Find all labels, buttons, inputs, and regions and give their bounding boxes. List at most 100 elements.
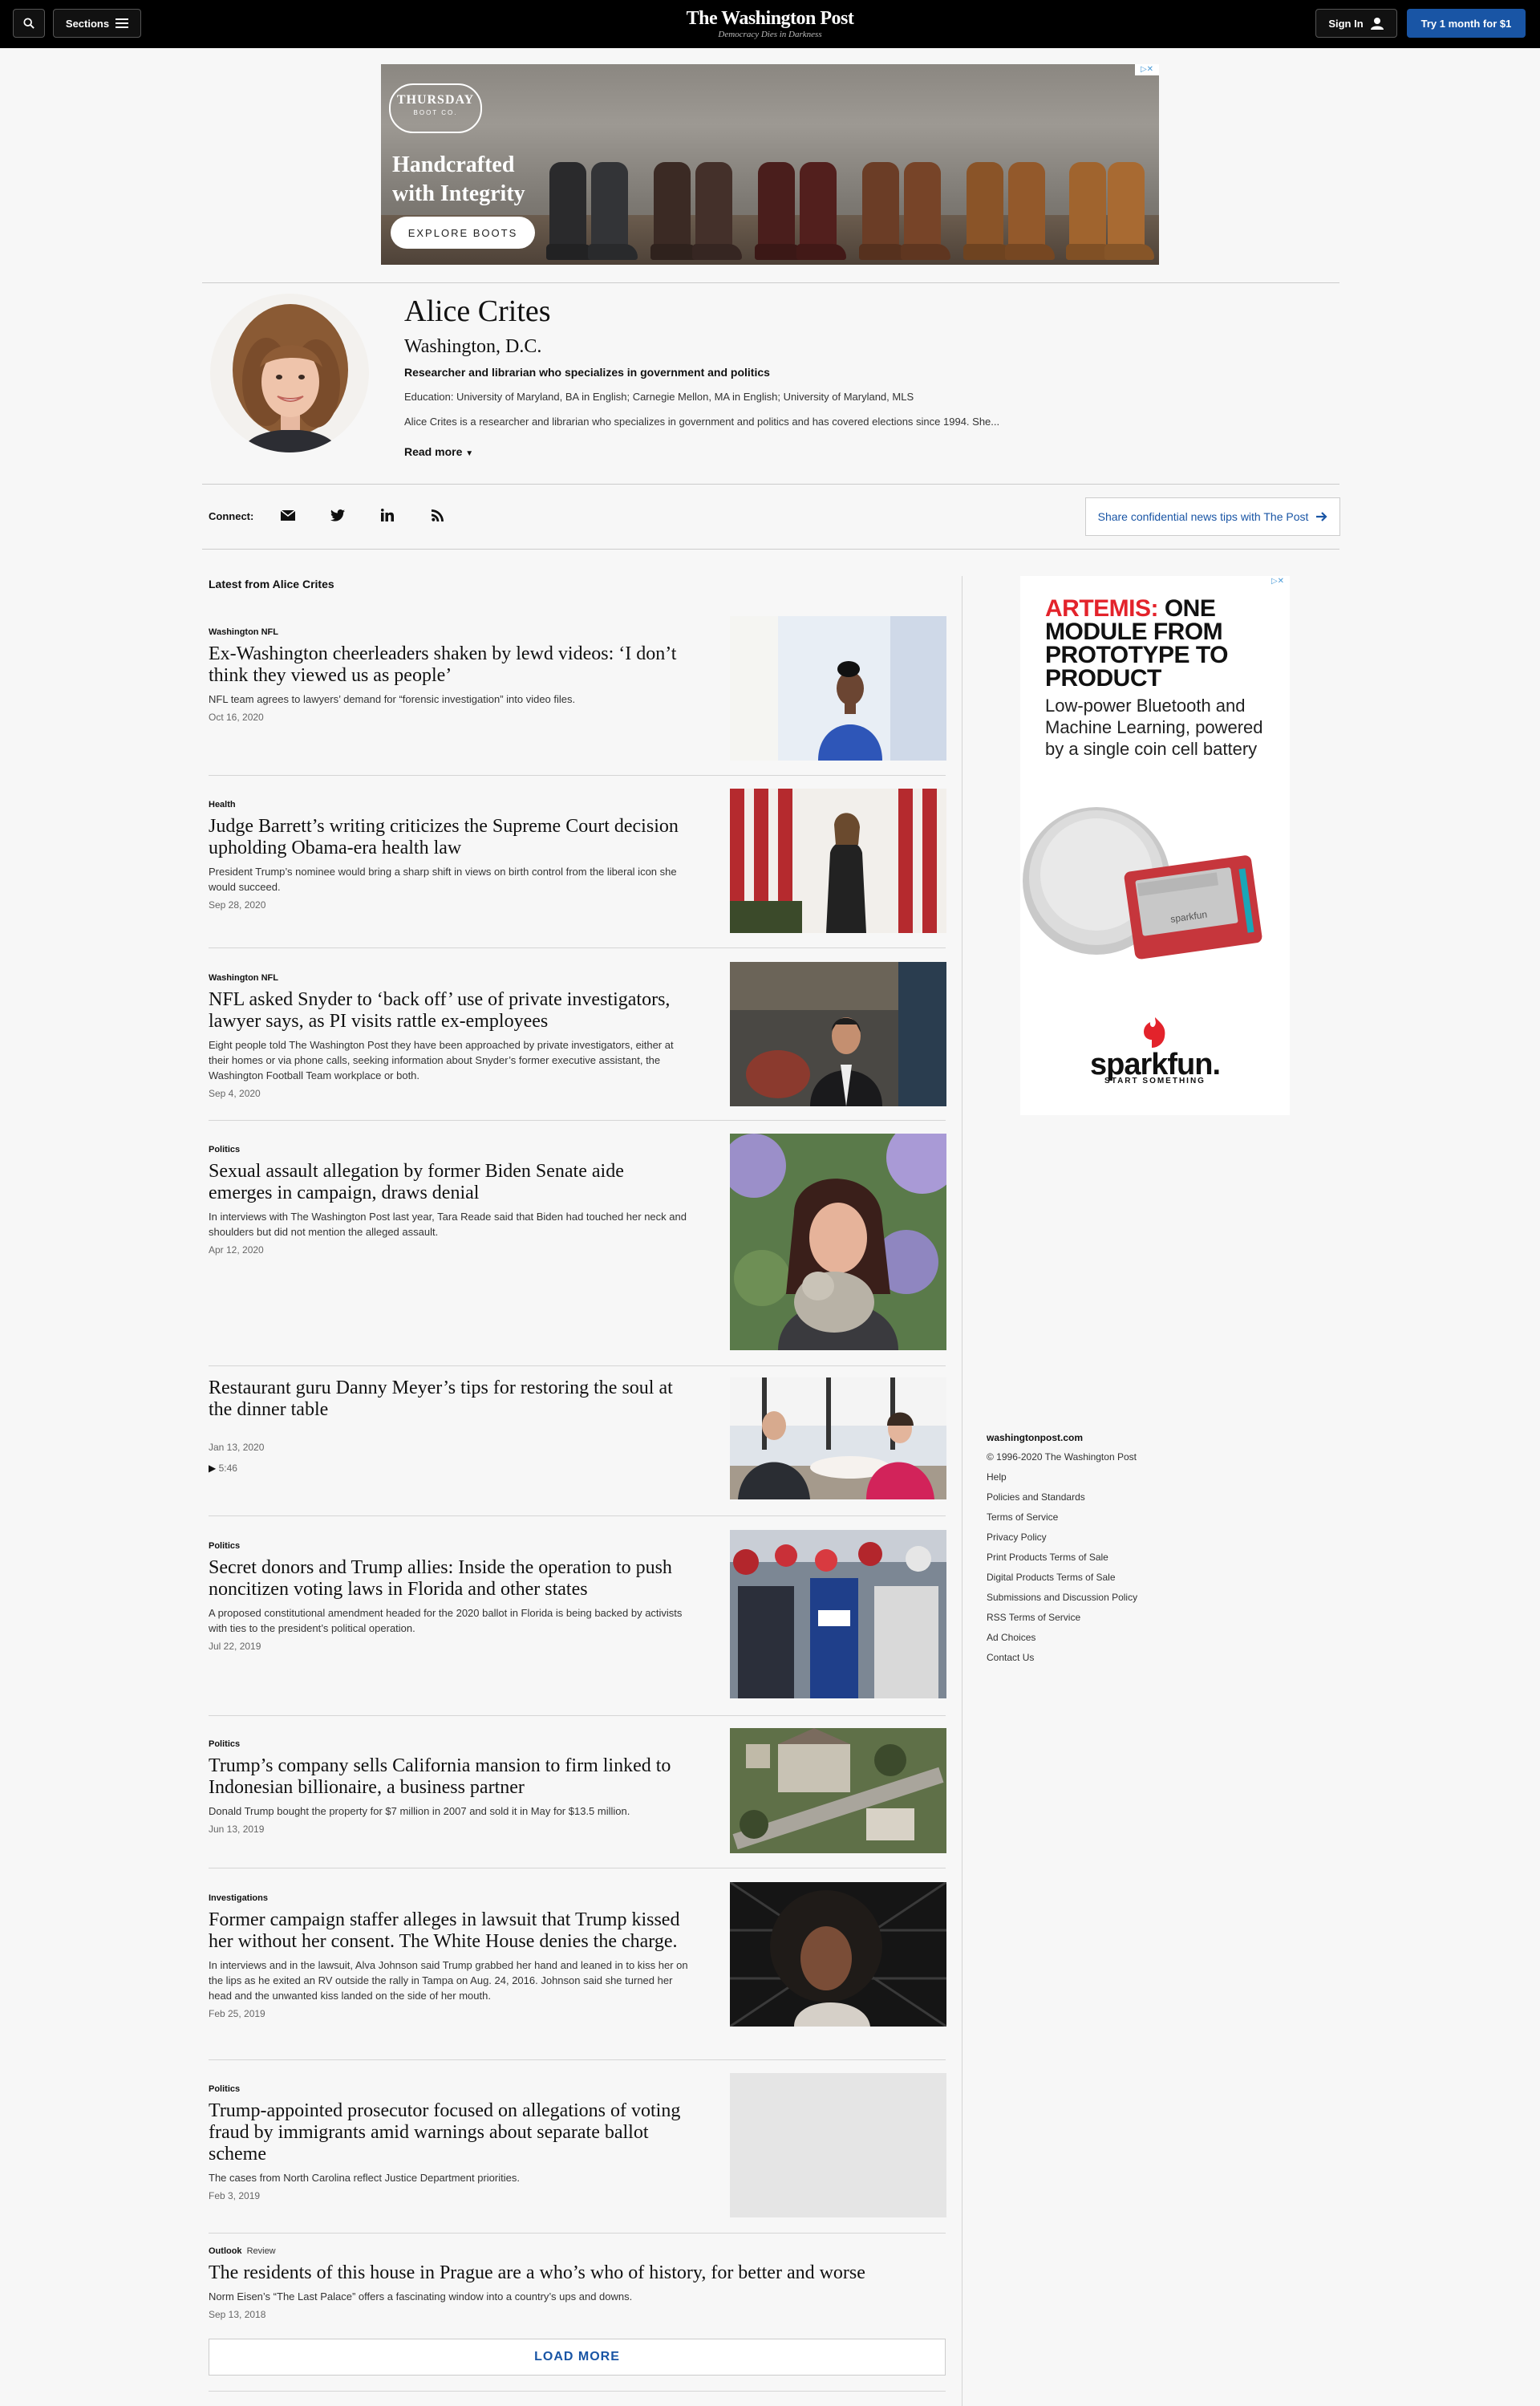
ad-brand-name: THURSDAY: [396, 93, 475, 107]
search-button[interactable]: [13, 9, 45, 38]
divider: [202, 282, 1339, 283]
sign-in-label: Sign In: [1328, 17, 1364, 30]
footer-site-link[interactable]: washingtonpost.com: [987, 1432, 1227, 1451]
article-title[interactable]: Sexual assault allegation by former Bide…: [209, 1161, 690, 1204]
article-blurb: Donald Trump bought the property for $7 …: [209, 1805, 630, 1817]
author-location: Washington, D.C.: [404, 336, 542, 357]
sparkfun-advertisement[interactable]: ▷✕ ARTEMIS: ONE MODULE FROM PROTOTYPE TO…: [1020, 576, 1290, 1115]
ad-boot-image: [549, 162, 586, 257]
article-thumbnail[interactable]: [730, 616, 946, 761]
sign-in-button[interactable]: Sign In: [1315, 9, 1397, 38]
article-title[interactable]: Former campaign staffer alleges in lawsu…: [209, 1909, 690, 1953]
email-icon[interactable]: [276, 504, 300, 526]
share-tips-button[interactable]: Share confidential news tips with The Po…: [1085, 497, 1340, 536]
article-thumbnail-placeholder[interactable]: [730, 2073, 946, 2217]
article-kicker[interactable]: Politics: [209, 1541, 690, 1552]
article-item[interactable]: Politics Trump-appointed prosecutor focu…: [209, 2073, 946, 2217]
footer-link-terms[interactable]: Terms of Service: [987, 1511, 1227, 1532]
ad-headline: Handcrafted with Integrity: [392, 151, 525, 209]
article-thumbnail[interactable]: [730, 1134, 946, 1350]
site-logo: The Washington Post: [686, 8, 854, 29]
divider: [209, 2391, 946, 2392]
article-title[interactable]: Judge Barrett’s writing criticizes the S…: [209, 816, 690, 859]
article-thumbnail[interactable]: [730, 1377, 946, 1499]
read-more-label: Read more: [404, 445, 463, 458]
footer-link-contact[interactable]: Contact Us: [987, 1652, 1227, 1672]
footer-link-print-terms[interactable]: Print Products Terms of Sale: [987, 1552, 1227, 1572]
read-more-button[interactable]: Read more ▼: [404, 445, 473, 458]
footer-link-ad-choices[interactable]: Ad Choices: [987, 1632, 1227, 1652]
article-kicker-sub: Review: [246, 2246, 276, 2256]
footer-link-rss-terms[interactable]: RSS Terms of Service: [987, 1612, 1227, 1632]
article-kicker[interactable]: Washington NFL: [209, 627, 690, 639]
ad-boot-image: [654, 162, 691, 257]
article-thumbnail[interactable]: [730, 1530, 946, 1698]
article-date: Apr 12, 2020: [209, 1244, 264, 1256]
article-item[interactable]: Health Judge Barrett’s writing criticize…: [209, 789, 946, 933]
article-title[interactable]: NFL asked Snyder to ‘back off’ use of pr…: [209, 989, 690, 1033]
article-title[interactable]: Secret donors and Trump allies: Inside t…: [209, 1557, 690, 1601]
article-item[interactable]: Politics Secret donors and Trump allies:…: [209, 1530, 946, 1698]
boots-advertisement[interactable]: THURSDAY BOOT CO. Handcrafted with Integ…: [381, 64, 1159, 265]
footer: washingtonpost.com © 1996-2020 The Washi…: [987, 1432, 1227, 1672]
divider: [209, 947, 946, 948]
article-thumbnail[interactable]: [730, 1882, 946, 2027]
article-date: Oct 16, 2020: [209, 712, 264, 723]
article-kicker[interactable]: Politics: [209, 1145, 690, 1156]
author-education: Education: University of Maryland, BA in…: [404, 391, 914, 403]
article-item[interactable]: Politics Sexual assault allegation by fo…: [209, 1134, 946, 1350]
article-date: Jan 13, 2020: [209, 1442, 265, 1453]
article-thumbnail[interactable]: [730, 789, 946, 933]
footer-link-submissions[interactable]: Submissions and Discussion Policy: [987, 1592, 1227, 1612]
load-more-button[interactable]: LOAD MORE: [209, 2339, 946, 2376]
subscribe-button[interactable]: Try 1 month for $1: [1407, 9, 1526, 38]
article-item[interactable]: Outlook Review The residents of this hous…: [209, 2246, 946, 2320]
linkedin-icon[interactable]: [375, 504, 399, 526]
article-kicker[interactable]: Outlook Review: [209, 2246, 946, 2258]
article-date: Jul 22, 2019: [209, 1641, 261, 1652]
footer-link-digital-terms[interactable]: Digital Products Terms of Sale: [987, 1572, 1227, 1592]
explore-boots-button[interactable]: EXPLORE BOOTS: [391, 217, 535, 249]
article-date: Feb 25, 2019: [209, 2008, 265, 2019]
article-item[interactable]: Investigations Former campaign staffer a…: [209, 1882, 946, 2027]
article-date: Sep 28, 2020: [209, 899, 266, 911]
article-blurb: In interviews and in the lawsuit, Alva J…: [209, 1959, 688, 2002]
footer-link-policies[interactable]: Policies and Standards: [987, 1491, 1227, 1511]
article-item[interactable]: Washington NFL Ex-Washington cheerleader…: [209, 616, 946, 761]
ad-boot-image: [591, 162, 628, 257]
article-title[interactable]: Trump-appointed prosecutor focused on al…: [209, 2100, 690, 2165]
rss-icon[interactable]: [425, 504, 449, 526]
video-duration[interactable]: ▶ 5:46: [209, 1463, 690, 1474]
twitter-icon[interactable]: [326, 504, 350, 526]
search-icon: [23, 18, 34, 29]
article-item[interactable]: Politics Trump’s company sells Californi…: [209, 1728, 946, 1853]
article-item[interactable]: Restaurant guru Danny Meyer’s tips for r…: [209, 1377, 946, 1499]
article-kicker-label[interactable]: Outlook: [209, 2246, 242, 2256]
masthead[interactable]: The Washington Post Democracy Dies in Da…: [610, 8, 930, 39]
article-kicker[interactable]: Politics: [209, 2084, 690, 2096]
ad-side-headline: ARTEMIS: ONE MODULE FROM PROTOTYPE TO PR…: [1045, 597, 1278, 691]
article-kicker[interactable]: Health: [209, 800, 690, 811]
footer-link-privacy[interactable]: Privacy Policy: [987, 1532, 1227, 1552]
adchoices-icon[interactable]: ▷✕: [1135, 64, 1159, 75]
footer-link-help[interactable]: Help: [987, 1471, 1227, 1491]
article-thumbnail[interactable]: [730, 1728, 946, 1853]
article-item[interactable]: Washington NFL NFL asked Snyder to ‘back…: [209, 962, 946, 1106]
arrow-right-icon: [1316, 512, 1327, 521]
article-kicker[interactable]: Politics: [209, 1739, 690, 1751]
article-kicker[interactable]: Washington NFL: [209, 973, 690, 984]
ad-boot-image: [904, 162, 941, 257]
article-title[interactable]: The residents of this house in Prague ar…: [209, 2262, 946, 2284]
article-title[interactable]: Ex-Washington cheerleaders shaken by lew…: [209, 643, 690, 687]
sections-menu-button[interactable]: Sections: [53, 9, 141, 38]
article-title[interactable]: Trump’s company sells California mansion…: [209, 1755, 690, 1799]
article-kicker[interactable]: Investigations: [209, 1893, 690, 1905]
ad-product-image: sparkfun: [1023, 807, 1262, 960]
divider: [209, 1515, 946, 1516]
adchoices-icon[interactable]: ▷✕: [1266, 576, 1290, 587]
ad-boot-image: [1008, 162, 1045, 257]
article-title[interactable]: Restaurant guru Danny Meyer’s tips for r…: [209, 1377, 690, 1421]
article-thumbnail[interactable]: [730, 962, 946, 1106]
divider: [202, 549, 1339, 550]
article-blurb: NFL team agrees to lawyers’ demand for “…: [209, 693, 576, 705]
